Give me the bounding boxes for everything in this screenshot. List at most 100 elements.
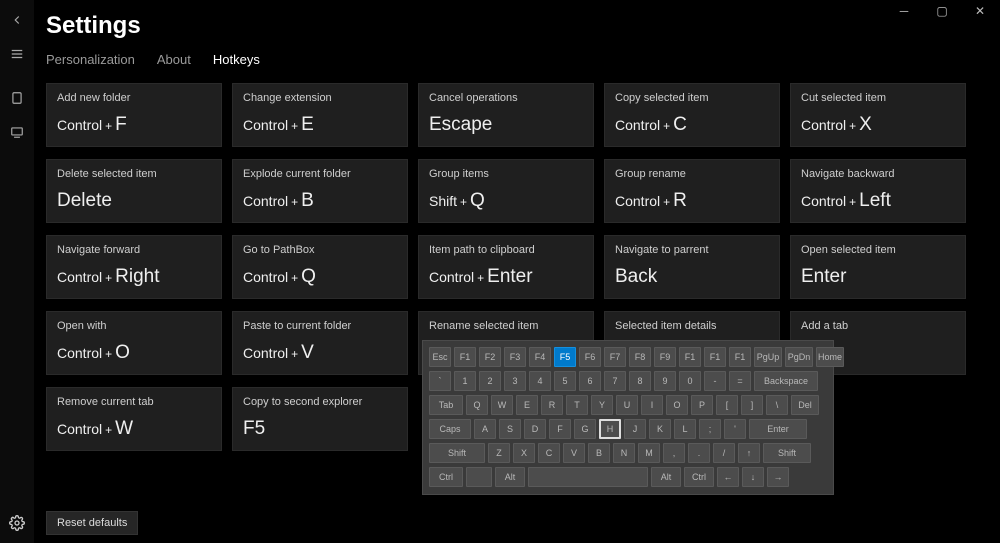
keyboard-key[interactable]: Z: [488, 443, 510, 463]
keyboard-key[interactable]: H: [599, 419, 621, 439]
hotkey-card[interactable]: Open withControl+O: [46, 311, 222, 375]
keyboard-key[interactable]: Shift: [429, 443, 485, 463]
tab-about[interactable]: About: [157, 52, 191, 71]
keyboard-key[interactable]: T: [566, 395, 588, 415]
keyboard-key[interactable]: F: [549, 419, 571, 439]
hotkey-card[interactable]: Cancel operationsEscape: [418, 83, 594, 147]
keyboard-key[interactable]: ,: [663, 443, 685, 463]
keyboard-key[interactable]: Alt: [651, 467, 681, 487]
keyboard-key[interactable]: ↑: [738, 443, 760, 463]
keyboard-key[interactable]: ↓: [742, 467, 764, 487]
keyboard-key[interactable]: 5: [554, 371, 576, 391]
keyboard-key[interactable]: \: [766, 395, 788, 415]
keyboard-key[interactable]: C: [538, 443, 560, 463]
keyboard-key[interactable]: U: [616, 395, 638, 415]
keyboard-key[interactable]: /: [713, 443, 735, 463]
keyboard-key[interactable]: [: [716, 395, 738, 415]
keyboard-key[interactable]: Caps: [429, 419, 471, 439]
keyboard-key[interactable]: 2: [479, 371, 501, 391]
keyboard-key[interactable]: X: [513, 443, 535, 463]
keyboard-key[interactable]: E: [516, 395, 538, 415]
keyboard-key[interactable]: ;: [699, 419, 721, 439]
gear-icon[interactable]: [7, 513, 27, 533]
keyboard-key[interactable]: L: [674, 419, 696, 439]
keyboard-key[interactable]: -: [704, 371, 726, 391]
keyboard-key[interactable]: F1: [679, 347, 701, 367]
keyboard-key[interactable]: F9: [654, 347, 676, 367]
hotkey-card[interactable]: Change extensionControl+E: [232, 83, 408, 147]
hotkey-card[interactable]: Open selected itemEnter: [790, 235, 966, 299]
keyboard-key[interactable]: `: [429, 371, 451, 391]
keyboard-key[interactable]: V: [563, 443, 585, 463]
keyboard-key[interactable]: Del: [791, 395, 819, 415]
keyboard-key[interactable]: →: [767, 467, 789, 487]
keyboard-key[interactable]: 0: [679, 371, 701, 391]
hotkey-card[interactable]: Navigate backwardControl+Left: [790, 159, 966, 223]
back-icon[interactable]: [9, 12, 25, 28]
keyboard-key[interactable]: [466, 467, 492, 487]
keyboard-key[interactable]: A: [474, 419, 496, 439]
keyboard-key[interactable]: F1: [729, 347, 751, 367]
hotkey-card[interactable]: Add new folderControl+F: [46, 83, 222, 147]
hotkey-card[interactable]: Copy selected itemControl+C: [604, 83, 780, 147]
hotkey-card[interactable]: Item path to clipboardControl+Enter: [418, 235, 594, 299]
keyboard-key[interactable]: 7: [604, 371, 626, 391]
hotkey-card[interactable]: Go to PathBoxControl+Q: [232, 235, 408, 299]
keyboard-key[interactable]: 4: [529, 371, 551, 391]
tab-hotkeys[interactable]: Hotkeys: [213, 52, 260, 71]
keyboard-key[interactable]: Tab: [429, 395, 463, 415]
keyboard-key[interactable]: G: [574, 419, 596, 439]
hotkey-card[interactable]: Cut selected itemControl+X: [790, 83, 966, 147]
keyboard-key[interactable]: PgDn: [785, 347, 813, 367]
keyboard-key[interactable]: Y: [591, 395, 613, 415]
keyboard-key[interactable]: Alt: [495, 467, 525, 487]
keyboard-key[interactable]: J: [624, 419, 646, 439]
keyboard-key[interactable]: B: [588, 443, 610, 463]
keyboard-key[interactable]: ': [724, 419, 746, 439]
hotkey-card[interactable]: Navigate forwardControl+Right: [46, 235, 222, 299]
keyboard-key[interactable]: =: [729, 371, 751, 391]
keyboard-key[interactable]: P: [691, 395, 713, 415]
keyboard-key[interactable]: D: [524, 419, 546, 439]
keyboard-key[interactable]: S: [499, 419, 521, 439]
keyboard-key[interactable]: ]: [741, 395, 763, 415]
keyboard-key[interactable]: Shift: [763, 443, 811, 463]
keyboard-key[interactable]: M: [638, 443, 660, 463]
keyboard-key[interactable]: N: [613, 443, 635, 463]
keyboard-key[interactable]: Enter: [749, 419, 807, 439]
hotkey-card[interactable]: Navigate to parrentBack: [604, 235, 780, 299]
keyboard-key[interactable]: F8: [629, 347, 651, 367]
keyboard-key[interactable]: PgUp: [754, 347, 782, 367]
hotkey-card[interactable]: Copy to second explorerF5: [232, 387, 408, 451]
keyboard-key[interactable]: I: [641, 395, 663, 415]
keyboard-key[interactable]: F5: [554, 347, 576, 367]
hotkey-card[interactable]: Delete selected itemDelete: [46, 159, 222, 223]
hotkey-card[interactable]: Group itemsShift+Q: [418, 159, 594, 223]
keyboard-key[interactable]: 8: [629, 371, 651, 391]
keyboard-key[interactable]: F6: [579, 347, 601, 367]
keyboard-key[interactable]: [528, 467, 648, 487]
keyboard-key[interactable]: Backspace: [754, 371, 818, 391]
hotkey-card[interactable]: Remove current tabControl+W: [46, 387, 222, 451]
keyboard-key[interactable]: W: [491, 395, 513, 415]
tab-personalization[interactable]: Personalization: [46, 52, 135, 71]
hotkey-card[interactable]: Group renameControl+R: [604, 159, 780, 223]
reset-defaults-button[interactable]: Reset defaults: [46, 511, 138, 535]
keyboard-key[interactable]: Ctrl: [684, 467, 714, 487]
keyboard-key[interactable]: O: [666, 395, 688, 415]
tablet-icon[interactable]: [9, 90, 25, 106]
keyboard-key[interactable]: F1: [454, 347, 476, 367]
keyboard-key[interactable]: F2: [479, 347, 501, 367]
keyboard-key[interactable]: ←: [717, 467, 739, 487]
keyboard-key[interactable]: F4: [529, 347, 551, 367]
hamburger-icon[interactable]: [9, 46, 25, 62]
keyboard-key[interactable]: Ctrl: [429, 467, 463, 487]
keyboard-key[interactable]: 3: [504, 371, 526, 391]
hotkey-card[interactable]: Paste to current folderControl+V: [232, 311, 408, 375]
keyboard-key[interactable]: K: [649, 419, 671, 439]
keyboard-key[interactable]: Q: [466, 395, 488, 415]
keyboard-key[interactable]: 1: [454, 371, 476, 391]
keyboard-key[interactable]: F7: [604, 347, 626, 367]
keyboard-key[interactable]: 9: [654, 371, 676, 391]
keyboard-key[interactable]: Home: [816, 347, 844, 367]
